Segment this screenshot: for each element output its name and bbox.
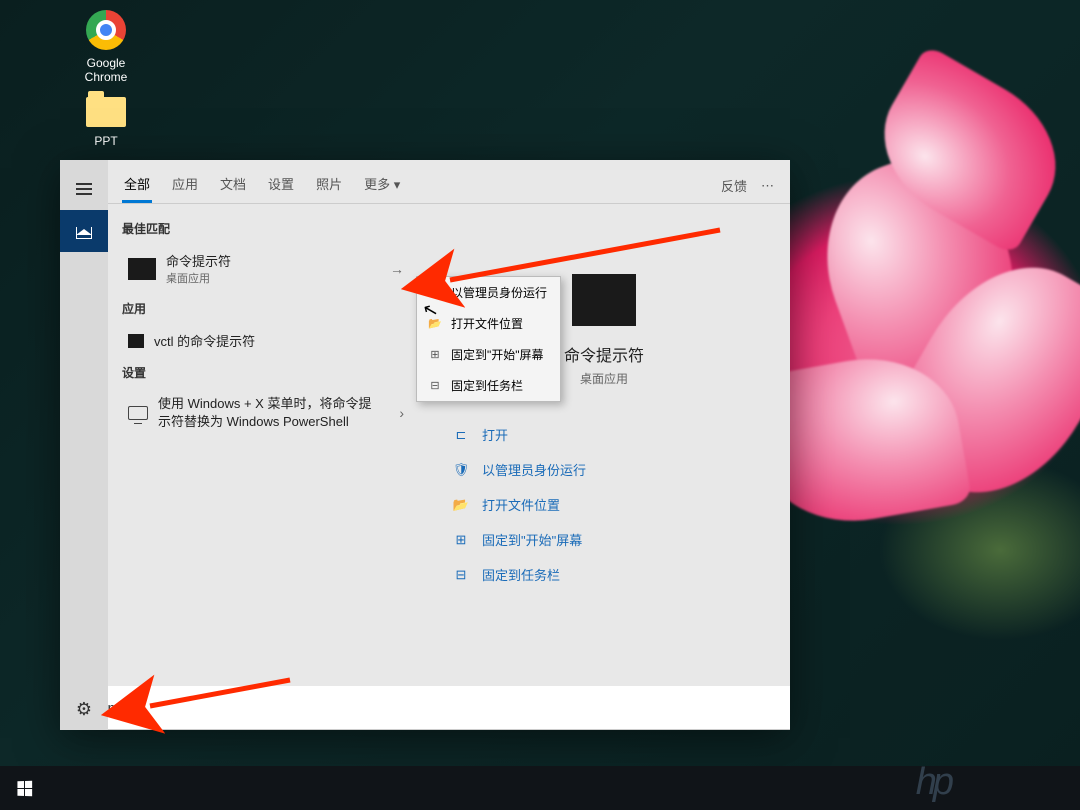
- search-filter-tabs: 全部 应用 文档 设置 照片 更多 ▾ 反馈 ⋯: [108, 160, 790, 204]
- result-subtitle: 桌面应用: [166, 270, 231, 286]
- pin-taskbar-icon: ⊟: [427, 379, 443, 393]
- tab-photos[interactable]: 照片: [314, 168, 344, 203]
- pin-icon: ⊞: [427, 348, 443, 362]
- tab-all[interactable]: 全部: [122, 168, 152, 203]
- context-menu: 🛡 以管理员身份运行 📂 打开文件位置 ⊞ 固定到"开始"屏幕 ⊟ 固定到任务栏: [416, 276, 561, 402]
- pin-taskbar-icon: ⊟: [452, 567, 470, 583]
- tab-documents[interactable]: 文档: [218, 168, 248, 203]
- home-button[interactable]: [60, 210, 108, 252]
- more-options-button[interactable]: ⋯: [761, 178, 776, 194]
- windows-logo-icon: [17, 780, 32, 796]
- desktop-icon-ppt[interactable]: PPT: [68, 86, 144, 148]
- desktop-icon-label: PPT: [68, 134, 144, 148]
- start-menu-rail: ⚙: [60, 160, 108, 730]
- pin-icon: ⊞: [452, 532, 470, 548]
- monitor-icon: [128, 406, 148, 420]
- apps-header: 应用: [122, 294, 418, 323]
- app-result-vctl[interactable]: vctl 的命令提示符: [122, 323, 418, 358]
- action-run-as-admin[interactable]: 🛡 以管理员身份运行: [448, 452, 770, 487]
- desktop-icon-chrome[interactable]: Google Chrome: [68, 8, 144, 84]
- tab-apps[interactable]: 应用: [170, 168, 200, 203]
- cmd-icon: [128, 334, 144, 348]
- search-results-panel: 全部 应用 文档 设置 照片 更多 ▾ 反馈 ⋯ 最佳匹配 命令提示符 桌面应用…: [60, 160, 790, 730]
- shield-icon: 🛡: [452, 462, 470, 478]
- action-open[interactable]: ⊏ 打开: [448, 417, 770, 452]
- settings-result[interactable]: 使用 Windows + X 菜单时，将命令提示符替换为 Windows Pow…: [122, 387, 418, 439]
- gear-icon: ⚙: [76, 699, 92, 720]
- result-title: 命令提示符: [166, 251, 231, 270]
- folder-open-icon: 📂: [452, 497, 470, 513]
- action-open-location[interactable]: 📂 打开文件位置: [448, 487, 770, 522]
- open-icon: ⊏: [452, 427, 470, 443]
- chevron-right-icon[interactable]: ›: [391, 405, 412, 421]
- search-bar[interactable]: [60, 686, 790, 730]
- start-button[interactable]: [0, 766, 48, 810]
- search-input[interactable]: [100, 700, 776, 717]
- results-left-column: 最佳匹配 命令提示符 桌面应用 → 应用 vctl 的命令提示符 设置 使用 W…: [108, 204, 418, 730]
- action-pin-taskbar[interactable]: ⊟ 固定到任务栏: [448, 557, 770, 592]
- settings-section-header: 设置: [122, 358, 418, 387]
- home-icon: [76, 223, 92, 239]
- preview-app-icon: [572, 274, 636, 326]
- folder-icon: [84, 86, 128, 130]
- feedback-link[interactable]: 反馈: [721, 176, 747, 195]
- menu-button[interactable]: [60, 168, 108, 210]
- action-pin-start[interactable]: ⊞ 固定到"开始"屏幕: [448, 522, 770, 557]
- expand-arrow-icon[interactable]: →: [382, 261, 412, 277]
- ctx-run-as-admin[interactable]: 🛡 以管理员身份运行: [417, 277, 560, 308]
- best-match-result[interactable]: 命令提示符 桌面应用 →: [122, 243, 418, 294]
- best-match-header: 最佳匹配: [122, 214, 418, 243]
- ctx-pin-to-start[interactable]: ⊞ 固定到"开始"屏幕: [417, 339, 560, 370]
- desktop-icon-label: Google Chrome: [68, 56, 144, 84]
- settings-button[interactable]: ⚙: [60, 688, 108, 730]
- ctx-pin-to-taskbar[interactable]: ⊟ 固定到任务栏: [417, 370, 560, 401]
- tab-more[interactable]: 更多 ▾: [362, 168, 402, 203]
- chrome-icon: [84, 8, 128, 52]
- cmd-icon: [128, 258, 156, 280]
- hamburger-icon: [76, 183, 92, 195]
- tab-settings[interactable]: 设置: [266, 168, 296, 203]
- hp-logo: hp: [916, 761, 950, 804]
